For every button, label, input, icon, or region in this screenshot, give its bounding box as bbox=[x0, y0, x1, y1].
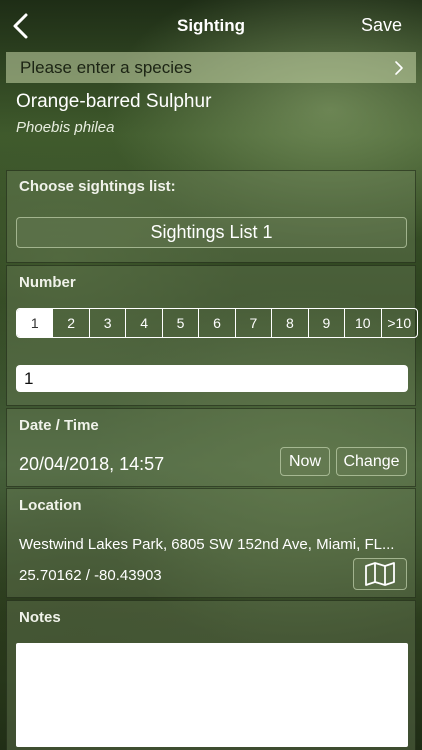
notes-textarea[interactable] bbox=[16, 643, 408, 747]
species-latin-name: Phoebis philea bbox=[16, 119, 115, 136]
chevron-right-icon bbox=[395, 61, 403, 75]
datetime-panel: Date / Time 20/04/2018, 14:57 Now Change bbox=[6, 408, 416, 487]
number-panel: Number 1 2 3 4 5 6 7 8 9 10 >10 bbox=[6, 265, 418, 406]
number-option-6[interactable]: 6 bbox=[198, 309, 234, 337]
species-common-name: Orange-barred Sulphur bbox=[16, 91, 212, 112]
number-option-1[interactable]: 1 bbox=[17, 309, 53, 337]
number-option-4[interactable]: 4 bbox=[125, 309, 161, 337]
number-option-7[interactable]: 7 bbox=[234, 309, 271, 337]
save-button[interactable]: Save bbox=[361, 15, 402, 36]
number-input[interactable] bbox=[16, 365, 408, 392]
number-segmented-control: 1 2 3 4 5 6 7 8 9 10 >10 bbox=[16, 308, 418, 338]
number-option-more-than-10[interactable]: >10 bbox=[380, 309, 417, 337]
page-title: Sighting bbox=[177, 16, 245, 35]
datetime-label: Date / Time bbox=[19, 417, 99, 434]
nav-bar: Sighting Save bbox=[0, 0, 422, 52]
location-label: Location bbox=[19, 497, 82, 514]
sightings-list-panel: Choose sightings list: Sightings List 1 bbox=[6, 170, 416, 263]
map-icon bbox=[365, 562, 395, 586]
location-coordinates: 25.70162 / -80.43903 bbox=[19, 567, 162, 584]
sightings-list-button[interactable]: Sightings List 1 bbox=[16, 217, 407, 248]
number-option-8[interactable]: 8 bbox=[271, 309, 307, 337]
map-button[interactable] bbox=[353, 558, 407, 590]
species-prompt: Please enter a species bbox=[20, 57, 192, 77]
number-label: Number bbox=[19, 274, 76, 291]
location-address: Westwind Lakes Park, 6805 SW 152nd Ave, … bbox=[19, 536, 395, 553]
number-option-10[interactable]: 10 bbox=[344, 309, 380, 337]
datetime-value: 20/04/2018, 14:57 bbox=[19, 454, 165, 474]
number-option-3[interactable]: 3 bbox=[88, 309, 125, 337]
notes-panel: Notes bbox=[6, 600, 416, 750]
sightings-list-label: Choose sightings list: bbox=[19, 178, 176, 195]
notes-label: Notes bbox=[19, 609, 61, 626]
change-button[interactable]: Change bbox=[336, 447, 407, 476]
number-option-9[interactable]: 9 bbox=[307, 309, 344, 337]
species-selector[interactable]: Please enter a species bbox=[6, 52, 416, 83]
number-option-5[interactable]: 5 bbox=[161, 309, 198, 337]
number-option-2[interactable]: 2 bbox=[52, 309, 88, 337]
location-panel: Location Westwind Lakes Park, 6805 SW 15… bbox=[6, 488, 416, 598]
now-button[interactable]: Now bbox=[280, 447, 330, 476]
